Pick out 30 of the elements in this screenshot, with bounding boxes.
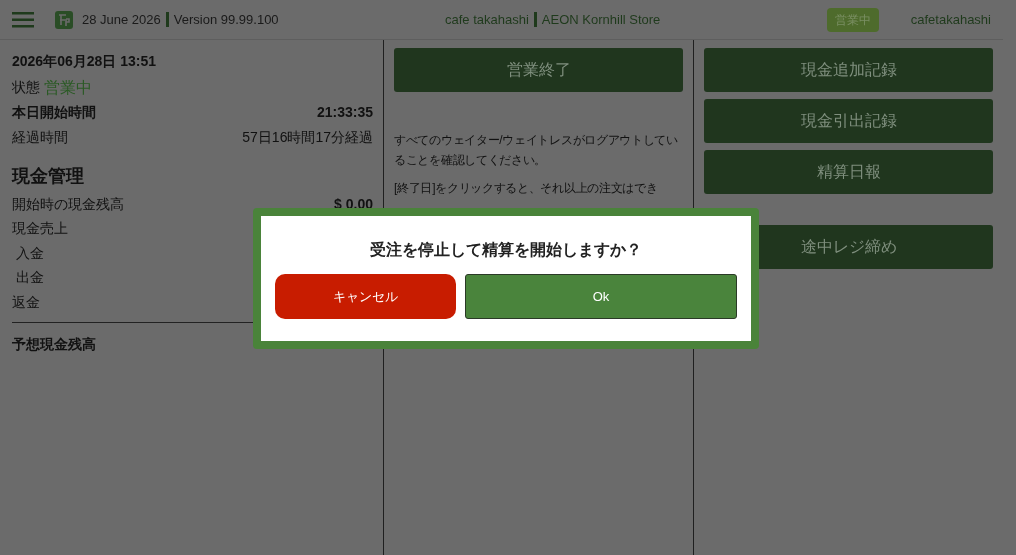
end-business-button[interactable]: 営業終了	[394, 48, 683, 92]
row-label: 返金	[12, 292, 40, 312]
store-name: cafe takahashi	[445, 10, 529, 29]
action-button[interactable]: 現金追加記録	[704, 48, 993, 92]
ok-button[interactable]: Ok	[465, 274, 737, 319]
status-value: 営業中	[44, 77, 92, 98]
instruction-text: [終了日]をクリックすると、それ以上の注文はでき	[394, 180, 659, 197]
row-label: 入金	[14, 243, 44, 263]
instruction-text: すべてのウェイター/ウェイトレスがログアウトしていることを確認してください。	[394, 132, 679, 169]
row-label: 経過時間	[12, 128, 68, 147]
row-label: 開始時の現金残高	[12, 194, 124, 214]
cancel-button[interactable]: キャンセル	[275, 274, 456, 319]
menu-icon[interactable]	[12, 11, 34, 28]
action-button[interactable]: 現金引出記録	[704, 99, 993, 143]
expected-cash-label: 予想現金残高	[12, 335, 96, 352]
version-text: Version 99.99.100	[173, 10, 279, 29]
row-value: 57日16時間17分経過	[242, 128, 373, 147]
section-title: 現金管理	[12, 164, 85, 188]
dialog-message: 受注を停止して精算を開始しますか？	[370, 240, 642, 260]
current-datetime: 2026年06月28日 13:51	[12, 52, 157, 71]
row-label: 現金売上	[12, 219, 68, 239]
row-value: 21:33:35	[316, 103, 373, 122]
row-label: 出金	[14, 268, 44, 288]
status-label: 状態	[12, 78, 40, 97]
store-branch: AEON Kornhill Store	[541, 10, 661, 29]
row-label: 本日開始時間	[12, 103, 96, 122]
user-name: cafetakahashi	[910, 10, 991, 29]
action-button[interactable]: 精算日報	[704, 150, 993, 194]
date-text: 28 June 2026	[82, 10, 161, 29]
app-logo-icon	[55, 10, 73, 29]
